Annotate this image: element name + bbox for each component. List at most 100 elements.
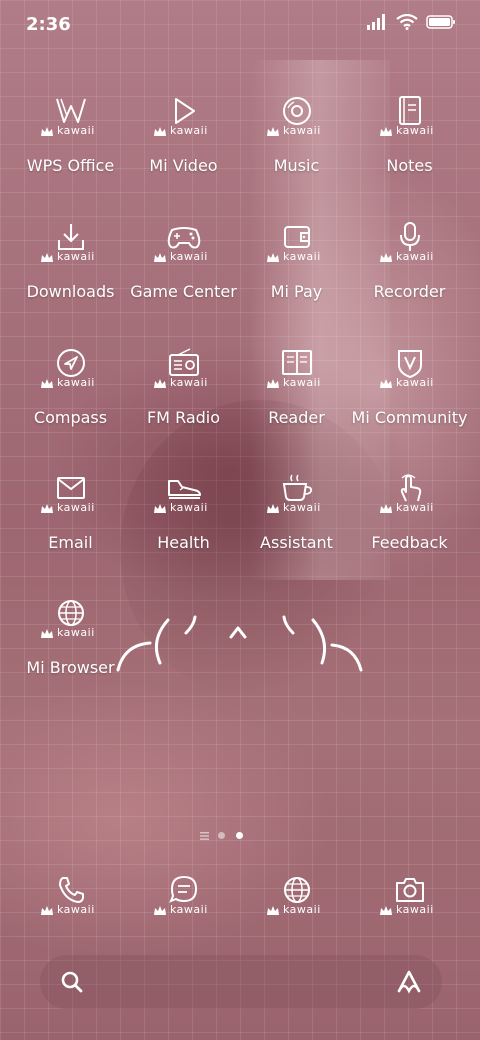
play-icon — [175, 98, 195, 124]
disc-icon — [283, 97, 311, 125]
app-mi-video[interactable]: kawaii Mi Video — [127, 96, 240, 206]
pointer-hand-icon — [400, 474, 422, 502]
crown-icon — [41, 906, 53, 915]
badge-text: kawaii — [396, 501, 434, 514]
status-icons — [366, 14, 456, 30]
crown-icon — [41, 504, 53, 513]
page-dot-active[interactable] — [236, 832, 243, 839]
app-health[interactable]: kawaii Health — [127, 473, 240, 583]
app-wps-office[interactable]: kawaii WPS Office — [14, 96, 127, 206]
kawaii-badge: kawaii — [139, 250, 229, 264]
dock-browser[interactable]: kawaii — [240, 875, 353, 925]
page-indicator[interactable] — [0, 830, 480, 842]
crown-icon — [380, 379, 392, 388]
phone-icon — [59, 877, 84, 903]
app-music[interactable]: kawaii Music — [240, 96, 353, 206]
dock-camera[interactable]: kawaii — [353, 875, 466, 925]
page-dot[interactable] — [218, 832, 225, 839]
app-recorder[interactable]: kawaii Recorder — [353, 222, 466, 332]
camera-icon — [396, 878, 424, 902]
kawaii-badge: kawaii — [365, 903, 455, 917]
kawaii-badge: kawaii — [26, 376, 116, 390]
crown-icon — [267, 127, 279, 136]
badge-text: kawaii — [57, 250, 95, 263]
badge-text: kawaii — [57, 376, 95, 389]
search-bar[interactable] — [40, 955, 442, 1009]
kawaii-badge: kawaii — [365, 250, 455, 264]
notebook-icon — [399, 96, 421, 125]
crown-icon — [154, 906, 166, 915]
crown-icon — [380, 127, 392, 136]
app-label: Feedback — [371, 533, 448, 552]
crown-icon — [380, 504, 392, 513]
kaomoji-face-decoration — [116, 615, 363, 672]
badge-text: kawaii — [57, 626, 95, 639]
badge-text: kawaii — [170, 501, 208, 514]
book-icon — [282, 350, 312, 375]
microphone-icon — [400, 222, 420, 251]
kawaii-badge: kawaii — [26, 250, 116, 264]
app-game-center[interactable]: kawaii Game Center — [127, 222, 240, 332]
dock-phone[interactable]: kawaii — [14, 875, 127, 925]
crown-icon — [154, 253, 166, 262]
crown-icon — [267, 504, 279, 513]
dock-messages[interactable]: kawaii — [127, 875, 240, 925]
globe-icon — [58, 600, 84, 626]
cellular-signal-icon — [367, 14, 385, 30]
crown-icon — [154, 379, 166, 388]
badge-text: kawaii — [170, 250, 208, 263]
message-icon — [169, 875, 198, 903]
app-label: Mi Community — [351, 408, 468, 427]
app-email[interactable]: kawaii Email — [14, 473, 127, 583]
kawaii-badge: kawaii — [252, 376, 342, 390]
coffee-cup-icon — [282, 474, 313, 501]
status-bar: 2:36 — [0, 0, 480, 50]
app-mi-pay[interactable]: kawaii Mi Pay — [240, 222, 353, 332]
status-time: 2:36 — [26, 14, 71, 35]
sneaker-icon — [168, 480, 201, 499]
app-compass[interactable]: kawaii Compass — [14, 348, 127, 458]
wifi-icon — [396, 14, 418, 30]
badge-text: kawaii — [283, 903, 321, 916]
app-label: Recorder — [373, 282, 446, 301]
badge-text: kawaii — [57, 903, 95, 916]
feed-page-icon — [200, 832, 209, 840]
app-assistant[interactable]: kawaii Assistant — [240, 473, 353, 583]
kawaii-badge: kawaii — [365, 501, 455, 515]
badge-text: kawaii — [396, 250, 434, 263]
assistant-logo-icon[interactable] — [394, 967, 424, 997]
kawaii-badge: kawaii — [365, 124, 455, 138]
app-feedback[interactable]: kawaii Feedback — [353, 473, 466, 583]
kawaii-badge: kawaii — [139, 376, 229, 390]
app-mi-community[interactable]: kawaii Mi Community — [352, 348, 467, 458]
battery-icon — [426, 15, 455, 29]
badge-text: kawaii — [283, 501, 321, 514]
crown-icon — [41, 127, 53, 136]
crown-icon — [380, 906, 392, 915]
crown-icon — [41, 379, 53, 388]
download-icon — [58, 224, 84, 250]
envelope-icon — [57, 477, 85, 499]
app-notes[interactable]: kawaii Notes — [353, 96, 466, 206]
kawaii-badge: kawaii — [26, 903, 116, 917]
badge-text: kawaii — [396, 124, 434, 137]
kawaii-badge: kawaii — [139, 124, 229, 138]
badge-text: kawaii — [396, 903, 434, 916]
gamepad-icon — [167, 227, 201, 249]
search-icon[interactable] — [60, 970, 84, 994]
crown-icon — [41, 253, 53, 262]
app-reader[interactable]: kawaii Reader — [240, 348, 353, 458]
crown-icon — [267, 379, 279, 388]
badge-text: kawaii — [396, 376, 434, 389]
badge-text: kawaii — [283, 250, 321, 263]
wps-icon — [56, 98, 86, 123]
app-fm-radio[interactable]: kawaii FM Radio — [127, 348, 240, 458]
app-downloads[interactable]: kawaii Downloads — [14, 222, 127, 332]
kawaii-badge: kawaii — [252, 124, 342, 138]
kawaii-badge: kawaii — [139, 501, 229, 515]
badge-text: kawaii — [170, 124, 208, 137]
crown-icon — [380, 253, 392, 262]
kawaii-badge: kawaii — [26, 501, 116, 515]
compass-icon — [57, 349, 85, 377]
crown-icon — [267, 906, 279, 915]
